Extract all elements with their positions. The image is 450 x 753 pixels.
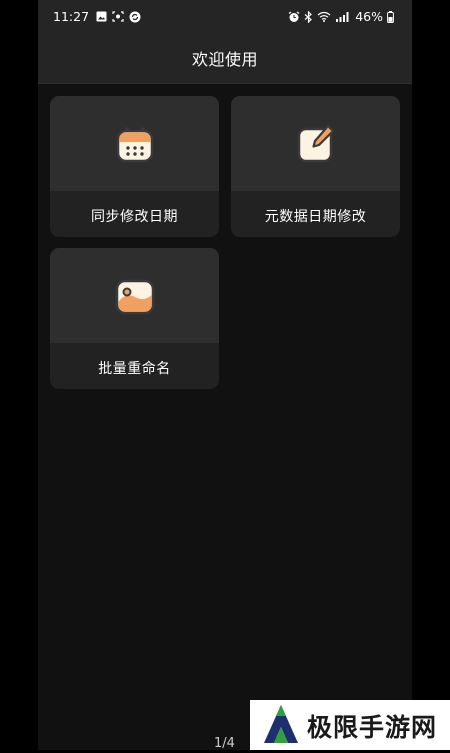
page-indicator: 1/4 <box>214 736 235 750</box>
edit-icon <box>295 123 337 165</box>
status-left: 11:27 <box>53 9 141 24</box>
battery-icon <box>387 10 394 23</box>
card-top <box>231 96 400 191</box>
watermark-text: 极限手游网 <box>307 713 438 742</box>
card-label: 批量重命名 <box>98 361 171 377</box>
watermark: 极限手游网 <box>250 700 450 750</box>
page-title: 欢迎使用 <box>191 50 258 69</box>
card-top <box>50 248 219 343</box>
status-right: 46% <box>288 9 394 24</box>
card-metadata-date-modify[interactable]: 元数据日期修改 <box>231 96 400 237</box>
screenshot-icon <box>112 11 124 22</box>
sync-icon <box>129 11 141 23</box>
battery-percent: 46% <box>355 9 383 24</box>
image-icon <box>96 11 107 22</box>
watermark-logo-icon <box>258 703 304 749</box>
bluetooth-icon <box>304 10 313 23</box>
alarm-icon <box>288 11 300 23</box>
status-time: 11:27 <box>53 9 90 24</box>
card-batch-rename[interactable]: 批量重命名 <box>50 248 219 389</box>
status-bar: 11:27 46% <box>38 0 412 32</box>
card-sync-modify-date[interactable]: 同步修改日期 <box>50 96 219 237</box>
signal-icon <box>335 11 351 23</box>
calendar-icon <box>114 123 156 165</box>
wifi-icon <box>317 11 331 22</box>
card-label: 元数据日期修改 <box>264 209 367 225</box>
card-label: 同步修改日期 <box>91 209 178 225</box>
app-screen: 11:27 46% 欢迎使用 同步修改日期 元数据日期修改 批量重命名 1/4 <box>38 0 412 750</box>
gallery-icon <box>114 275 156 317</box>
app-bar: 欢迎使用 <box>38 32 412 84</box>
card-top <box>50 96 219 191</box>
